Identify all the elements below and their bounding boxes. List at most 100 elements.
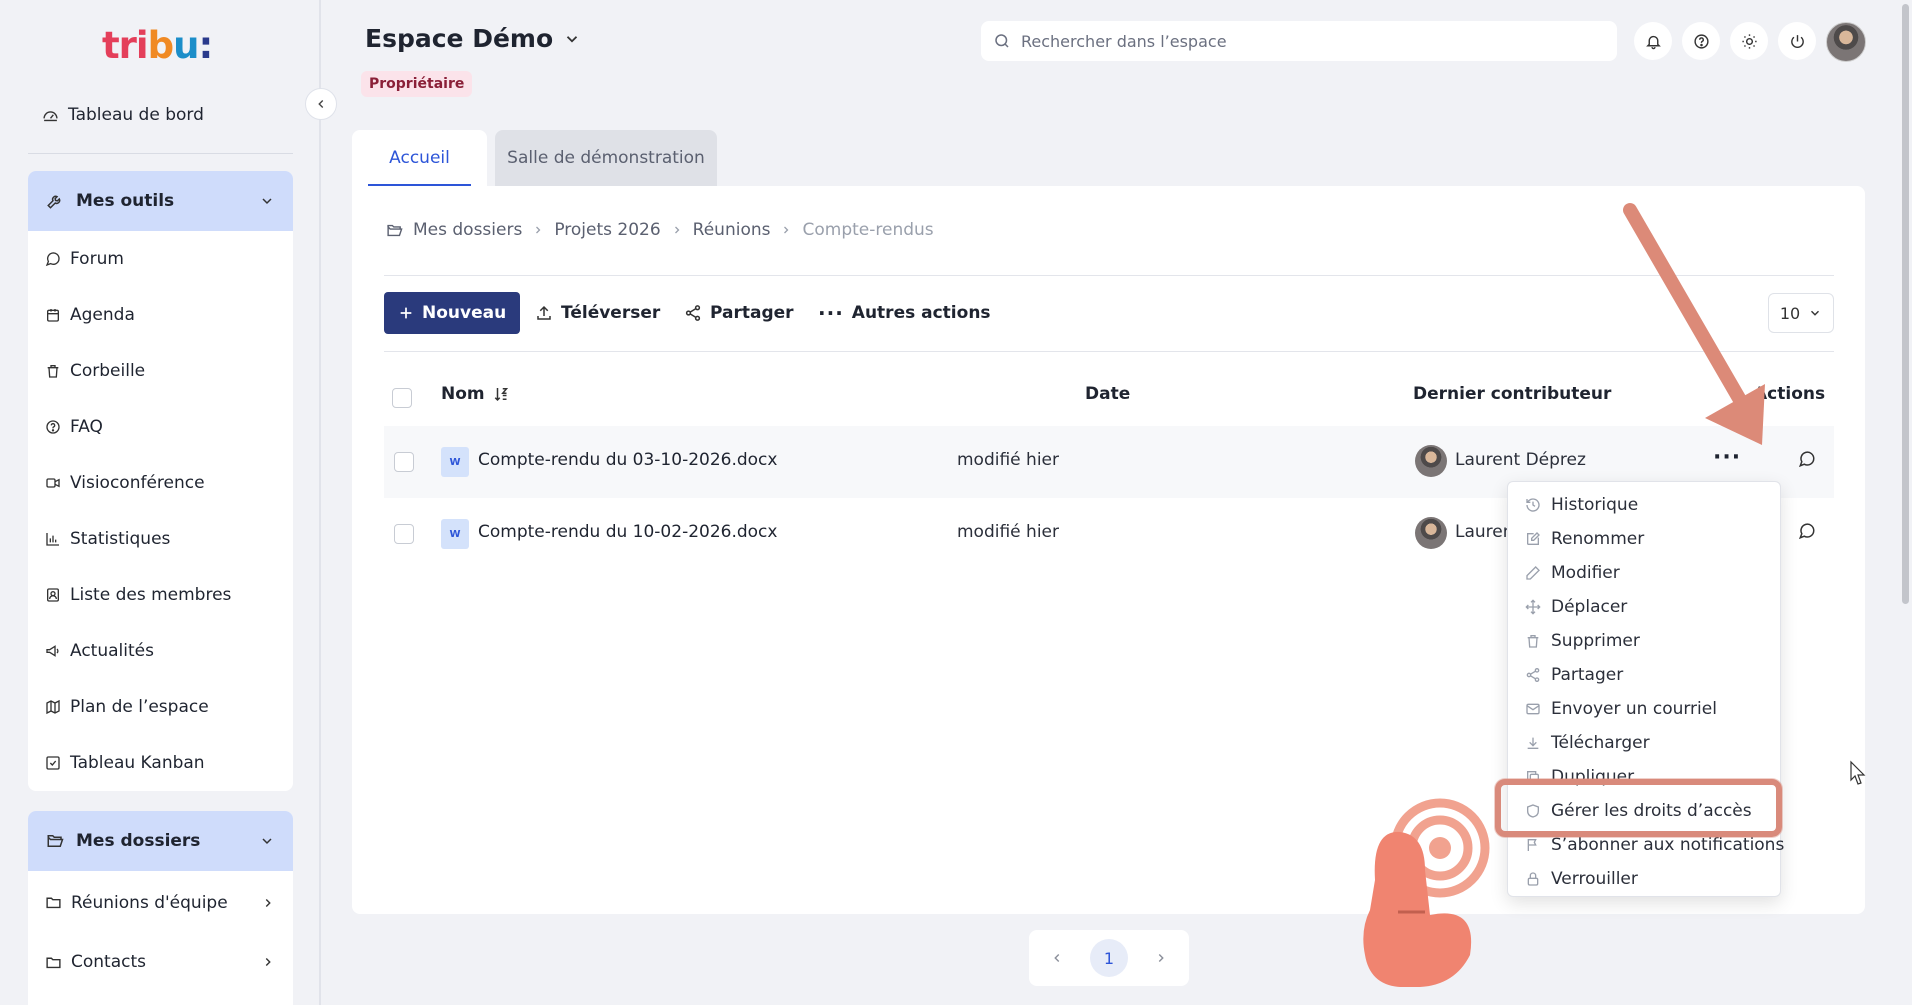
breadcrumb-item[interactable]: Réunions (693, 220, 771, 240)
word-file-icon: W (441, 447, 469, 477)
menu-item-label: S’abonner aux notifications (1551, 835, 1785, 855)
sidebar-folder-contacts[interactable]: Contacts (28, 934, 293, 990)
sidebar-item-dashboard[interactable]: Tableau de bord (42, 100, 292, 130)
menu-item-label: Envoyer un courriel (1551, 699, 1717, 719)
download-icon (1525, 735, 1541, 751)
sidebar-item-label: Tableau Kanban (70, 753, 205, 773)
file-date: modifié hier (957, 522, 1059, 542)
map-icon (45, 699, 61, 715)
tab-salle-demonstration[interactable]: Salle de démonstration (495, 130, 717, 186)
search-icon (993, 32, 1011, 50)
logo-part: : (198, 24, 213, 67)
search-bar[interactable] (981, 21, 1617, 61)
menu-item-label: Télécharger (1551, 733, 1650, 753)
logout-button[interactable] (1778, 22, 1816, 60)
page-scrollbar[interactable] (1900, 0, 1912, 1005)
upload-button-label: Téléverser (561, 303, 661, 323)
sidebar-item-label: Actualités (70, 641, 154, 661)
chevron-right-icon (261, 955, 275, 969)
column-header-name[interactable]: Nom (441, 384, 511, 404)
comment-icon[interactable] (1798, 522, 1816, 540)
column-header-actions: Actions (1754, 384, 1825, 404)
sidebar-item-video[interactable]: Visioconférence (28, 455, 293, 511)
menu-item-email[interactable]: Envoyer un courriel (1508, 692, 1780, 726)
tribu-logo[interactable]: tribu: (102, 24, 213, 67)
menu-item-label: Déplacer (1551, 597, 1628, 617)
menu-item-history[interactable]: Historique (1508, 488, 1780, 522)
theme-toggle-button[interactable] (1730, 22, 1768, 60)
page-number-current[interactable]: 1 (1090, 939, 1128, 977)
column-header-date[interactable]: Date (1085, 384, 1130, 404)
avatar (1415, 445, 1447, 477)
dashboard-icon (42, 107, 59, 124)
column-header-label: Actions (1754, 384, 1826, 404)
column-header-label: Nom (441, 384, 485, 404)
scrollbar-thumb[interactable] (1902, 4, 1909, 604)
breadcrumb-current: Compte-rendus (802, 220, 934, 240)
role-badge: Propriétaire (361, 71, 473, 97)
plus-icon (398, 305, 414, 321)
folders-section-header[interactable]: Mes dossiers (28, 811, 293, 871)
sidebar-item-stats[interactable]: Statistiques (28, 511, 293, 567)
share-button[interactable]: Partager (684, 292, 794, 334)
sidebar-item-members[interactable]: Liste des membres (28, 567, 293, 623)
sidebar-folder-team-meetings[interactable]: Réunions d'équipe (28, 871, 293, 934)
notifications-button[interactable] (1634, 22, 1672, 60)
chevron-right-icon (532, 224, 544, 236)
menu-item-edit[interactable]: Modifier (1508, 556, 1780, 590)
space-selector[interactable]: Espace Démo (365, 24, 581, 53)
column-header-label: Date (1085, 384, 1131, 404)
breadcrumb-item[interactable]: Mes dossiers (413, 220, 522, 240)
menu-item-move[interactable]: Déplacer (1508, 590, 1780, 624)
file-name[interactable]: Compte-rendu du 03-10-2026.docx (478, 450, 777, 470)
previous-page-icon[interactable] (1050, 951, 1064, 965)
menu-item-share[interactable]: Partager (1508, 658, 1780, 692)
sidebar-divider (28, 153, 293, 154)
menu-item-rename[interactable]: Renommer (1508, 522, 1780, 556)
avatar (1415, 517, 1447, 549)
trash-icon (1525, 633, 1541, 649)
tools-section-header[interactable]: Mes outils (28, 171, 293, 231)
share-button-label: Partager (710, 303, 794, 323)
collapse-sidebar-button[interactable] (305, 88, 337, 120)
row-actions-button[interactable]: ··· (1713, 447, 1741, 469)
folder-icon (45, 894, 62, 911)
sidebar-item-label: Corbeille (70, 361, 146, 381)
next-page-icon[interactable] (1154, 951, 1168, 965)
chevron-down-icon (259, 193, 275, 209)
sidebar-item-map[interactable]: Plan de l’espace (28, 679, 293, 735)
comment-icon[interactable] (1798, 450, 1816, 468)
per-page-select[interactable]: 10 (1768, 293, 1834, 333)
logo-part: b (147, 24, 174, 67)
contributor-name: Laurent Déprez (1455, 522, 1509, 542)
folder-icon (45, 954, 62, 971)
breadcrumb-item[interactable]: Projets 2026 (554, 220, 660, 240)
share-icon (684, 304, 702, 322)
sidebar-item-label: Réunions d'équipe (71, 892, 228, 913)
sidebar-item-forum[interactable]: Forum (28, 231, 293, 287)
sidebar-item-news[interactable]: Actualités (28, 623, 293, 679)
row-checkbox[interactable] (394, 452, 414, 472)
new-button[interactable]: Nouveau (384, 292, 521, 334)
search-input[interactable] (1021, 31, 1581, 51)
row-checkbox[interactable] (394, 524, 414, 544)
menu-item-delete[interactable]: Supprimer (1508, 624, 1780, 658)
upload-button[interactable]: Téléverser (535, 292, 660, 334)
rename-icon (1525, 531, 1541, 547)
sidebar-item-faq[interactable]: FAQ (28, 399, 293, 455)
sidebar-item-kanban[interactable]: Tableau Kanban (28, 735, 293, 791)
sidebar-item-trash[interactable]: Corbeille (28, 343, 293, 399)
column-header-contributor[interactable]: Dernier contributeur (1413, 384, 1611, 404)
file-name[interactable]: Compte-rendu du 10-02-2026.docx (478, 522, 777, 542)
calendar-icon (45, 307, 61, 323)
select-all-checkbox[interactable] (392, 388, 412, 408)
user-avatar[interactable] (1826, 22, 1866, 62)
sidebar-item-agenda[interactable]: Agenda (28, 287, 293, 343)
menu-item-lock[interactable]: Verrouiller (1508, 862, 1780, 896)
tab-accueil[interactable]: Accueil (352, 130, 487, 186)
help-button[interactable] (1682, 22, 1720, 60)
more-actions-button[interactable]: ··· Autres actions (818, 292, 991, 334)
menu-item-download[interactable]: Télécharger (1508, 726, 1780, 760)
word-file-icon: W (441, 519, 469, 549)
pagination: 1 (1029, 930, 1189, 986)
